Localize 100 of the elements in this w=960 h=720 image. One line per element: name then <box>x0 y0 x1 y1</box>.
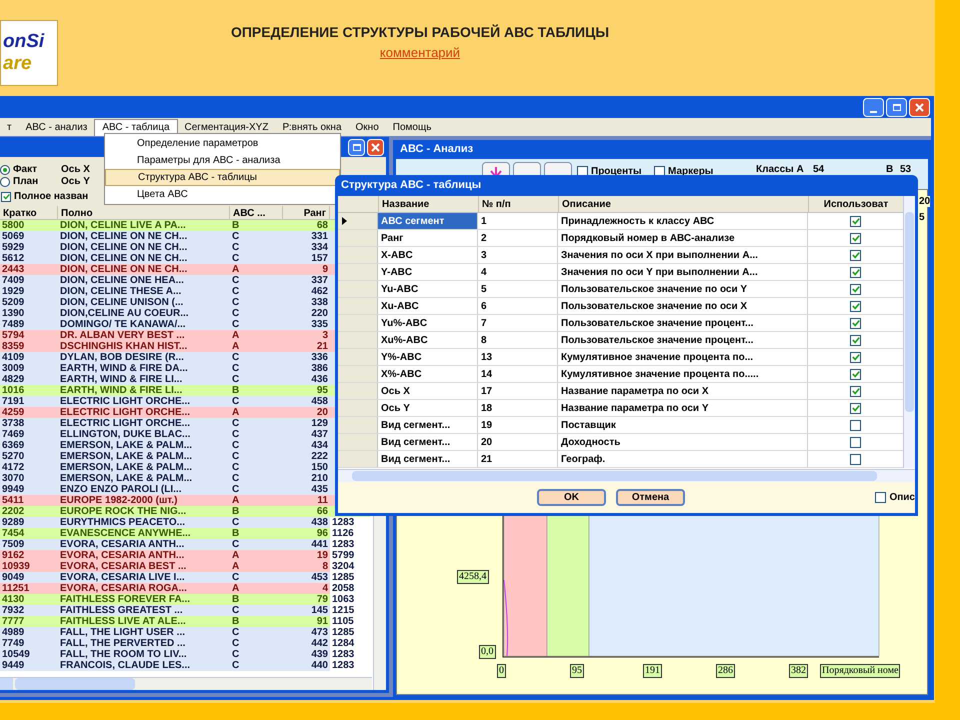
checkbox[interactable] <box>850 284 861 294</box>
table-cell-text: C <box>231 418 240 429</box>
table-cell-text: C <box>231 473 240 484</box>
menu-option[interactable]: Определение параметров <box>105 135 340 152</box>
checkbox[interactable] <box>850 250 861 260</box>
menu-item[interactable]: Р:внять окна <box>275 118 349 136</box>
checkbox[interactable] <box>850 436 861 448</box>
axis-tick-label: 95 <box>570 664 584 678</box>
table-cell[interactable]: Yu-ABC <box>378 281 478 297</box>
cell-fragment: 5 <box>919 212 925 223</box>
table-row[interactable]: 7777 FAITHLESS LIVE AT ALE... B 91 1105 <box>0 616 370 627</box>
table-cell[interactable]: Yu%-ABC <box>378 315 478 331</box>
vertical-scrollbar[interactable] <box>903 196 915 468</box>
table-cell-text: EUROPE ROCK THE NIG... <box>59 506 188 517</box>
menu-option[interactable]: Структура АВС - таблицы <box>105 169 340 186</box>
menu-option[interactable]: Параметры для АВС - анализа <box>105 152 340 169</box>
checkbox[interactable] <box>850 232 861 244</box>
checkbox[interactable] <box>850 386 861 396</box>
dialog-button[interactable]: OK <box>537 489 606 506</box>
table-cell-text: 7777 <box>1 616 26 627</box>
class-label: В <box>886 163 894 177</box>
table-cell: 1285 <box>330 572 370 583</box>
table-cell-text: FALL, THE PERVERTED ... <box>59 638 186 649</box>
table-cell[interactable]: Xu-ABC <box>378 298 478 314</box>
table-row[interactable]: 9049 EVORA, CESARIA LIVE I... C 453 1285 <box>0 572 370 583</box>
table-cell: 18 <box>478 400 558 416</box>
table-cell[interactable]: Ось X <box>378 383 478 399</box>
table-cell[interactable]: X%-ABC <box>378 366 478 382</box>
menu-item[interactable]: Помощь <box>386 118 438 136</box>
table-row[interactable]: 9289 EURYTHMICS PEACETO... C 438 1283 <box>0 517 370 528</box>
table-cell: 1215 <box>330 605 370 616</box>
radio-button[interactable] <box>0 164 10 174</box>
dialog-button[interactable]: Отмена <box>616 489 685 506</box>
checkbox[interactable] <box>850 368 861 380</box>
table-cell[interactable]: X-ABC <box>378 247 478 263</box>
horizontal-scrollbar[interactable] <box>338 469 915 482</box>
checkbox[interactable] <box>850 402 861 414</box>
table-cell-text: 9289 <box>1 517 26 528</box>
dialog-title: Структура АВС - таблицы <box>340 178 482 194</box>
table-cell-text: 157 <box>310 253 329 264</box>
maximize-icon[interactable] <box>886 98 907 117</box>
table-cell-text: DOMINGO/ TE KANAWA/... <box>59 319 187 330</box>
column-header: Название <box>378 196 478 212</box>
table-cell[interactable]: Xu%-ABC <box>378 332 478 348</box>
table-cell-text: 150 <box>310 462 329 473</box>
menu-item[interactable]: АВС - анализ <box>18 118 94 136</box>
table-cell-text: C <box>231 319 240 330</box>
checkbox[interactable] <box>850 334 861 346</box>
table-cell[interactable]: Y%-ABC <box>378 349 478 365</box>
table-cell: Порядковый номер в АВС-анализе <box>558 230 808 246</box>
table-cell[interactable]: Вид сегмент... <box>378 417 478 433</box>
checkbox[interactable] <box>875 492 886 503</box>
menu-item[interactable]: Сегментация-XYZ <box>178 118 276 136</box>
table-cell[interactable]: Вид сегмент... <box>378 451 478 467</box>
table-cell[interactable]: Y-ABC <box>378 264 478 280</box>
checkbox[interactable] <box>850 216 861 226</box>
table-cell: Значения по оси Y при выполнении А... <box>558 264 808 280</box>
menu-item[interactable]: Окно <box>348 118 386 136</box>
close-icon[interactable] <box>367 138 384 156</box>
checkbox[interactable] <box>850 352 861 362</box>
table-cell[interactable]: АВС сегмент <box>378 213 478 229</box>
table-cell-text: 436 <box>310 374 329 385</box>
maximize-icon[interactable] <box>348 138 365 156</box>
table-cell-text: C <box>231 440 240 451</box>
table-cell-text: EVORA, CESARIA ROGA... <box>59 583 188 594</box>
table-cell[interactable]: Ось Y <box>378 400 478 416</box>
table-cell[interactable]: Ранг <box>378 230 478 246</box>
table-row[interactable]: 7509 EVORA, CESARIA ANTH... C 441 1283 <box>0 539 370 550</box>
table-row[interactable]: 9162 EVORA, CESARIA ANTH... A 19 5799 <box>0 550 370 561</box>
table-row[interactable]: 9449 FRANCOIS, CLAUDE LES... C 440 1283 <box>0 660 370 671</box>
table-row[interactable]: 7749 FALL, THE PERVERTED ... C 442 1284 <box>0 638 370 649</box>
checkbox[interactable] <box>1 192 11 202</box>
horizontal-scrollbar[interactable] <box>0 677 372 690</box>
table-cell[interactable]: Вид сегмент... <box>378 434 478 450</box>
table-row[interactable]: 2202 EUROPE ROCK THE NIG... B 66 <box>0 506 370 517</box>
checkbox[interactable] <box>850 318 861 328</box>
menu-item[interactable]: АВС - таблица <box>94 118 178 136</box>
table-cell-text: 20 <box>316 407 329 418</box>
table-cell-text: DION, CELINE LIVE A PA... <box>59 220 187 231</box>
table-cell-text: C <box>231 297 240 308</box>
table-row[interactable]: 11251 EVORA, CESARIA ROGA... A 4 2058 <box>0 583 370 594</box>
row-header[interactable] <box>338 213 378 229</box>
table-row[interactable]: 10939 EVORA, CESARIA BEST ... A 8 3204 <box>0 561 370 572</box>
table-row[interactable]: 4130 FAITHLESS FOREVER FA... B 79 1063 <box>0 594 370 605</box>
classes-label: Классы А <box>756 163 804 177</box>
radio-button[interactable] <box>0 176 10 186</box>
checkbox[interactable] <box>850 266 861 278</box>
table-row[interactable]: 7932 FAITHLESS GREATEST ... C 145 1215 <box>0 605 370 616</box>
table-row[interactable]: 10549 FALL, THE ROOM TO LIV... C 439 1283 <box>0 649 370 660</box>
close-icon[interactable] <box>909 98 930 117</box>
table-row[interactable]: 4989 FALL, THE LIGHT USER ... C 473 1285 <box>0 627 370 638</box>
checkbox[interactable] <box>850 420 861 430</box>
table-cell-text: B <box>231 528 240 539</box>
menu-item[interactable]: т <box>0 118 19 136</box>
table-cell-text: A <box>231 561 240 572</box>
checkbox[interactable] <box>850 454 861 464</box>
minimize-icon[interactable] <box>863 98 884 117</box>
checkbox[interactable] <box>850 300 861 312</box>
table-cell-text: EURYTHMICS PEACETO... <box>59 517 186 528</box>
table-row[interactable]: 7454 EVANESCENCE ANYWHE... B 96 1126 <box>0 528 370 539</box>
